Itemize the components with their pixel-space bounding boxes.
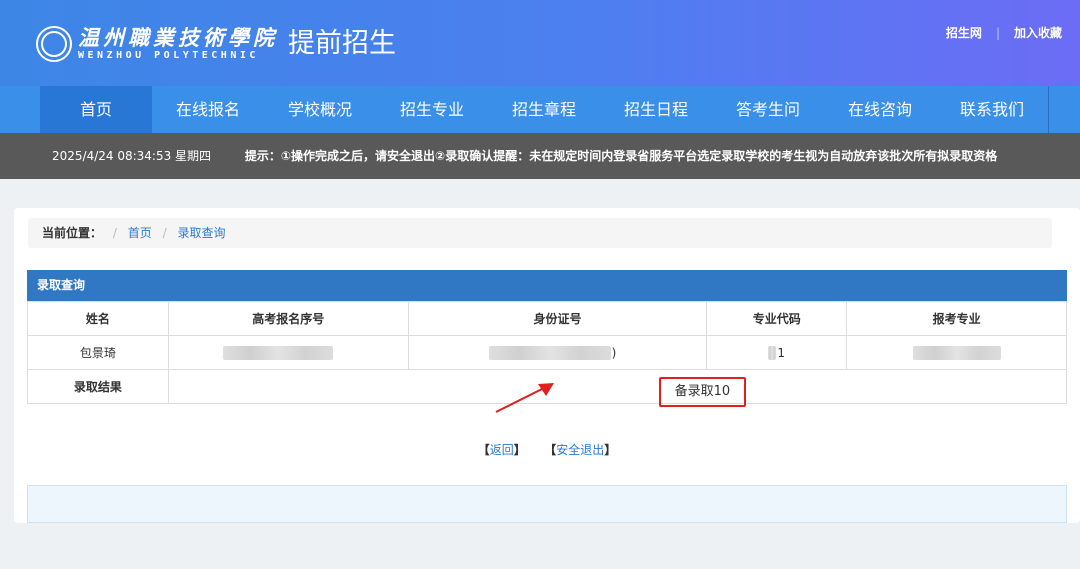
current-datetime: 2025/4/24 08:34:53 星期四 [52, 149, 212, 163]
nav-item-school-overview[interactable]: 学校概况 [264, 86, 376, 133]
id-number-suffix: ) [611, 345, 617, 360]
nav-item-charter[interactable]: 招生章程 [488, 86, 600, 133]
notice-bar: 2025/4/24 08:34:53 星期四 提示：①操作完成之后，请安全退出②… [0, 133, 1080, 179]
table-header-row: 姓名 高考报名序号 身份证号 专业代码 报考专业 [27, 301, 1067, 336]
col-name: 姓名 [27, 301, 169, 336]
logo-chinese-name: 温州職業技術學院 [78, 25, 278, 50]
cell-name: 包景琦 [27, 335, 169, 370]
breadcrumb-home[interactable]: 首页 [128, 226, 152, 240]
breadcrumb-separator: / [112, 226, 117, 240]
admission-result-value: 备录取10 [658, 376, 747, 407]
action-links: 【返回】 【安全退出】 [477, 443, 617, 457]
col-exam-number: 高考报名序号 [167, 301, 409, 336]
site-header: 温州職業技術學院 WENZHOU POLYTECHNIC 提前招生 招生网 | … [0, 0, 1080, 86]
admissions-site-link[interactable]: 招生网 [946, 24, 982, 41]
footer-info-box [27, 485, 1067, 523]
main-panel: 当前位置： / 首页 / 录取查询 录取查询 姓名 高考报名序号 身份证号 专业… [14, 208, 1080, 523]
admission-result-label: 录取结果 [27, 369, 169, 404]
site-title: 提前招生 [288, 28, 396, 59]
redacted-major-code [768, 345, 777, 360]
col-major-code: 专业代码 [706, 301, 848, 336]
cell-exam-number [167, 335, 409, 370]
major-code-suffix: 1 [777, 345, 786, 360]
cell-major [846, 335, 1067, 370]
nav-item-faq[interactable]: 答考生问 [712, 86, 824, 133]
table-row: 包景琦 ) 1 [27, 335, 1067, 370]
nav-item-online-registration[interactable]: 在线报名 [152, 86, 264, 133]
nav-item-schedule[interactable]: 招生日程 [600, 86, 712, 133]
cell-id-number: ) [407, 335, 708, 370]
breadcrumb-separator: / [162, 226, 167, 240]
logout-link[interactable]: 安全退出 [556, 443, 604, 457]
breadcrumb: 当前位置： / 首页 / 录取查询 [28, 218, 1052, 248]
redacted-major [912, 345, 1001, 360]
back-link[interactable]: 返回 [490, 443, 514, 457]
result-box-title: 录取查询 [27, 270, 1067, 301]
school-seal-icon [36, 26, 72, 62]
col-major: 报考专业 [846, 301, 1067, 336]
top-links: 招生网 | 加入收藏 [946, 24, 1062, 41]
logo-english-name: WENZHOU POLYTECHNIC [78, 50, 259, 61]
main-nav: 首页 在线报名 学校概况 招生专业 招生章程 招生日程 答考生问 在线咨询 联系… [0, 86, 1080, 133]
school-logo[interactable]: 温州職業技術學院 WENZHOU POLYTECHNIC [36, 24, 278, 64]
breadcrumb-current[interactable]: 录取查询 [177, 226, 225, 240]
admission-result-cell: 备录取10 [167, 369, 1068, 407]
annotation-arrow-icon [495, 383, 554, 413]
add-bookmark-link[interactable]: 加入收藏 [1014, 24, 1062, 41]
redacted-id-number [488, 345, 611, 360]
nav-divider [1048, 86, 1049, 133]
nav-item-majors[interactable]: 招生专业 [376, 86, 488, 133]
redacted-exam-number [223, 345, 334, 360]
col-id-number: 身份证号 [407, 301, 708, 336]
notice-tip: 提示：①操作完成之后，请安全退出②录取确认提醒：未在规定时间内登录省服务平台选定… [244, 149, 998, 163]
nav-item-contact[interactable]: 联系我们 [936, 86, 1048, 133]
cell-major-code: 1 [706, 335, 848, 370]
top-links-divider: | [995, 25, 1000, 40]
nav-item-online-consult[interactable]: 在线咨询 [824, 86, 936, 133]
breadcrumb-label: 当前位置： [42, 226, 103, 240]
nav-item-home[interactable]: 首页 [40, 86, 152, 133]
